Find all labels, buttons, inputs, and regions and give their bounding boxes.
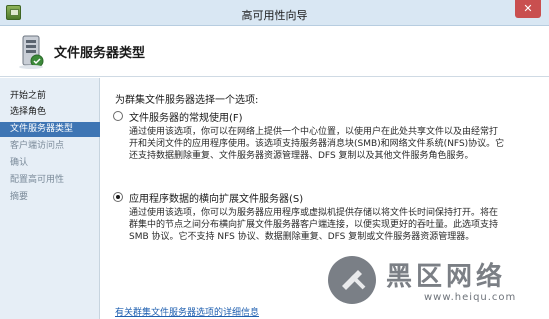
watermark-url: www.heiqu.com (424, 292, 517, 303)
watermark-logo-icon (328, 256, 376, 304)
help-link[interactable]: 有关群集文件服务器选项的详细信息 (115, 305, 259, 318)
scale-out-description: 通过使用该选项，你可以为服务器应用程序或虚拟机提供存储以将文件长时间保持打开。将… (129, 207, 539, 243)
general-use-description: 通过使用该选项，你可以在网络上提供一个中心位置，以使用户在此处共享文件以及由经常… (129, 126, 539, 162)
general-use-radio[interactable] (113, 111, 123, 121)
scale-out-desc-line: SMB 协议。它不支持 NFS 协议、数据删除重复、DFS 复制或文件服务器资源… (129, 232, 475, 242)
close-button[interactable]: ✕ (515, 0, 541, 18)
option-prompt: 为群集文件服务器选择一个选项: (115, 95, 259, 106)
window-title: 高可用性向导 (241, 9, 308, 22)
watermark-text: 黑区网络 (386, 262, 507, 292)
scale-out-label[interactable]: 应用程序数据的横向扩展文件服务器(S) (129, 190, 303, 205)
scale-out-desc-line: 通过使用该选项，你可以为服务器应用程序或虚拟机提供存储以将文件长时间保持打开。将… (129, 208, 499, 218)
general-use-label[interactable]: 文件服务器的常规使用(F) (129, 109, 243, 124)
step-file-server-type[interactable]: 文件服务器类型 (0, 122, 100, 137)
server-icon (19, 35, 44, 69)
step-before-you-begin[interactable]: 开始之前 (0, 89, 100, 104)
step-select-role[interactable]: 选择角色 (0, 105, 100, 120)
page-header: 文件服务器类型 (0, 27, 549, 77)
general-use-desc-line: 开和关闭文件的应用程序使用。该选项支持服务器消息块(SMB)和网络文件系统(NF… (129, 139, 505, 149)
general-use-desc-line: 通过使用该选项，你可以在网络上提供一个中心位置，以使用户在此处共享文件以及由经常… (129, 127, 499, 137)
step-summary: 摘要 (10, 192, 29, 202)
step-configure-high-availability: 配置高可用性 (10, 175, 65, 185)
step-client-access-point: 客户端访问点 (10, 141, 65, 151)
title-bar: 高可用性向导 ✕ (0, 0, 549, 26)
step-confirmation: 确认 (10, 158, 29, 168)
site-watermark: 黑区网络 www.heiqu.com (328, 252, 549, 319)
scale-out-radio[interactable] (113, 192, 123, 202)
wizard-steps-sidebar: 开始之前 选择角色 文件服务器类型 客户端访问点 确认 配置高可用性 摘要 (0, 78, 100, 319)
scale-out-desc-line: 群集中的节点之间分布横向扩展文件服务器客户端连接，以便实现更好的吞吐量。此选项支… (129, 220, 499, 230)
general-use-desc-line: 还支持数据删除重复、文件服务器资源管理器、DFS 复制以及其他文件服务角色服务。 (129, 151, 474, 161)
page-title: 文件服务器类型 (54, 46, 146, 61)
